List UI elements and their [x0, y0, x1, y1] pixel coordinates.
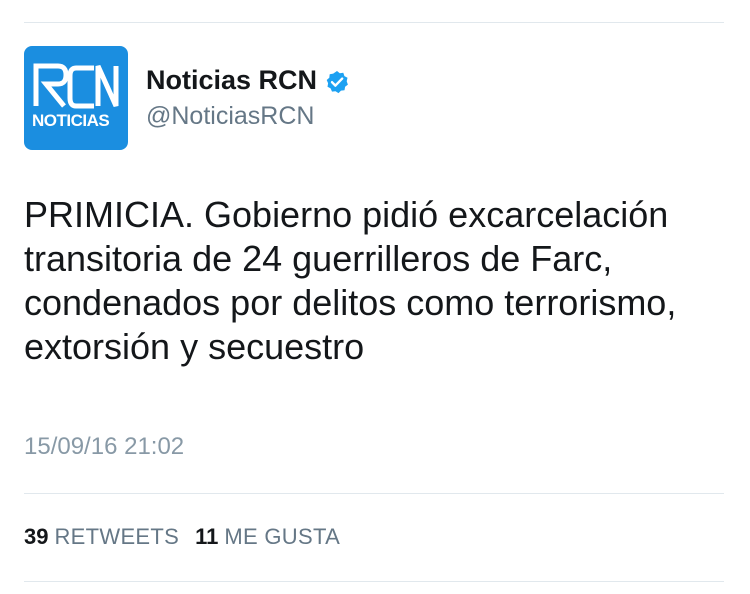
likes-stat[interactable]: 11 ME GUSTA: [195, 524, 340, 550]
retweets-count: 39: [24, 524, 49, 549]
avatar[interactable]: NOTICIAS: [24, 46, 128, 150]
stats-divider: [24, 493, 724, 494]
tweet-timestamp[interactable]: 15/09/16 21:02: [24, 433, 184, 461]
display-name-text: Noticias RCN: [146, 64, 318, 95]
verified-badge-icon: [325, 68, 349, 93]
author-display-name[interactable]: Noticias RCN: [146, 63, 349, 97]
tweet-text: PRIMICIA. Gobierno pidió excarcelación t…: [24, 194, 677, 367]
rcn-logo-icon: [33, 63, 119, 109]
author-names: Noticias RCN @NoticiasRCN: [146, 63, 349, 132]
author-handle[interactable]: @NoticiasRCN: [146, 100, 349, 132]
likes-count: 11: [195, 524, 219, 549]
retweets-label: RETWEETS: [54, 524, 180, 549]
retweets-stat[interactable]: 39 RETWEETS: [24, 524, 179, 550]
tweet-stats: 39 RETWEETS 11 ME GUSTA: [24, 524, 356, 550]
bottom-divider: [24, 581, 724, 582]
likes-label: ME GUSTA: [224, 524, 341, 549]
tweet-header: NOTICIAS Noticias RCN @NoticiasRCN: [24, 46, 349, 150]
avatar-logo-text: NOTICIAS: [32, 111, 110, 130]
top-divider: [24, 22, 724, 23]
